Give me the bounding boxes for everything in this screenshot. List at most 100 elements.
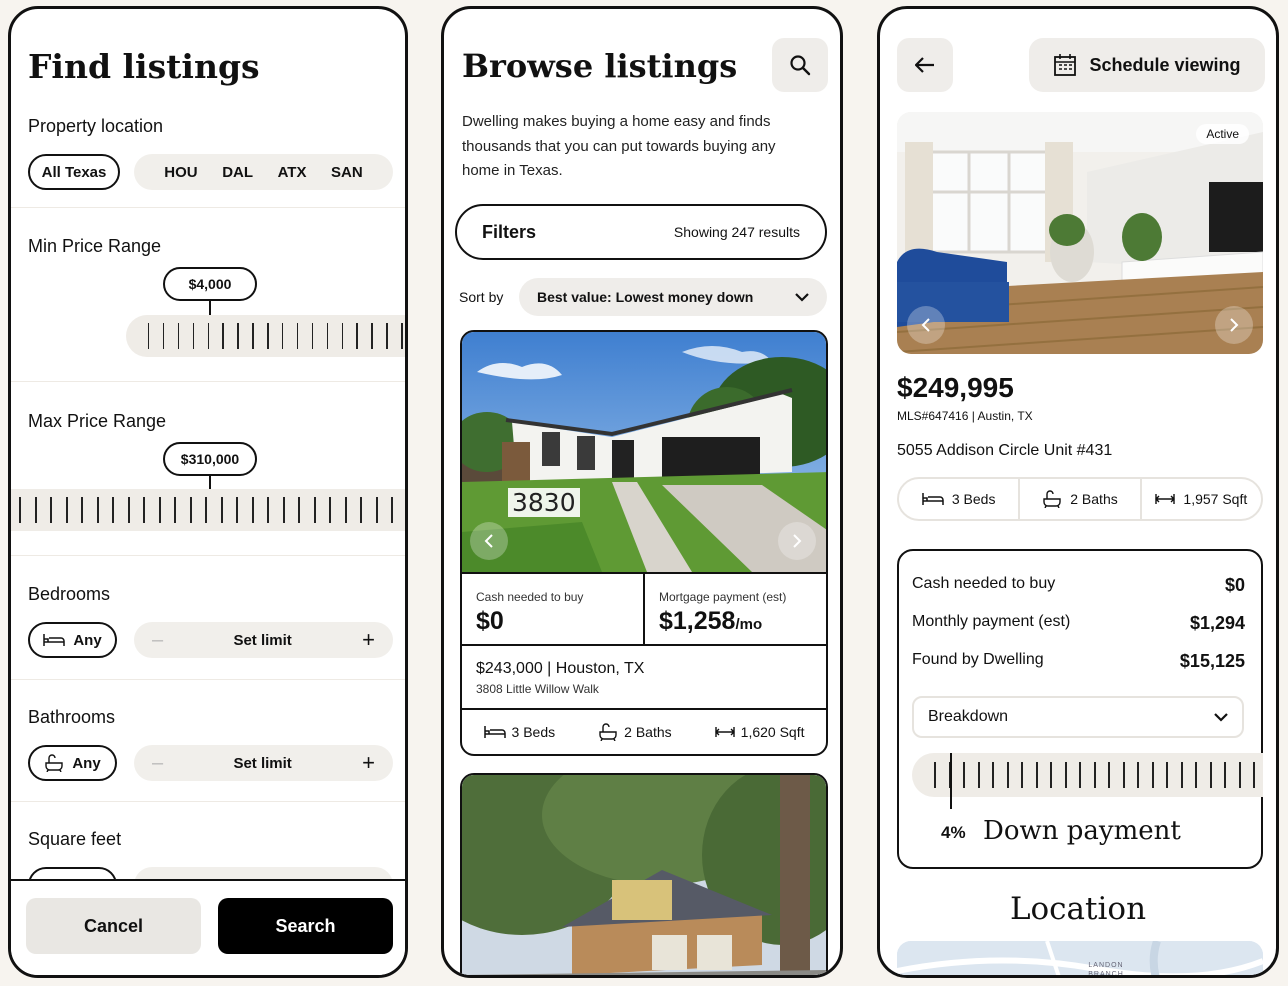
found-by-dwelling-label: Found by Dwelling bbox=[912, 651, 1044, 668]
listing-card[interactable] bbox=[460, 773, 828, 975]
slider-tick bbox=[205, 497, 207, 523]
divider bbox=[11, 381, 405, 382]
back-button[interactable] bbox=[897, 38, 953, 92]
bathrooms-increment-button[interactable]: + bbox=[362, 750, 375, 776]
bed-icon bbox=[483, 726, 506, 738]
bathrooms-label: Bathrooms bbox=[28, 707, 116, 727]
slider-tick bbox=[1151, 762, 1154, 788]
slider-tick bbox=[1035, 762, 1038, 788]
slider-tick bbox=[401, 323, 403, 349]
slider-tick bbox=[1021, 762, 1023, 788]
cancel-button[interactable]: Cancel bbox=[26, 898, 201, 954]
min-price-slider[interactable] bbox=[126, 315, 405, 357]
slider-tick bbox=[1064, 762, 1067, 788]
slider-tick bbox=[222, 323, 224, 349]
living-room-illustration bbox=[897, 112, 1263, 354]
slider-tick bbox=[236, 497, 238, 523]
prev-photo-button[interactable] bbox=[470, 522, 508, 560]
breakdown-dropdown[interactable]: Breakdown bbox=[912, 696, 1244, 738]
slider-tick bbox=[298, 497, 300, 523]
slider-tick bbox=[311, 323, 314, 349]
bedrooms-limit-stepper: – Set limit + bbox=[134, 622, 393, 658]
location-map[interactable]: LANDON BRANCH bbox=[897, 941, 1263, 975]
listing-address: $243,000 | Houston, TX 3808 Little Willo… bbox=[462, 646, 826, 710]
bedrooms-set-limit: Set limit bbox=[233, 631, 292, 649]
breakdown-label: Breakdown bbox=[928, 708, 1009, 725]
slider-tick bbox=[977, 762, 980, 788]
slider-tick bbox=[1180, 762, 1183, 788]
slider-tick bbox=[313, 497, 316, 523]
down-payment-slider[interactable] bbox=[912, 753, 1263, 797]
bedrooms-decrement-button[interactable]: – bbox=[152, 629, 163, 652]
listing-detail-screen: Schedule viewing Active $249,995 MLS#647… bbox=[877, 6, 1279, 978]
bathrooms-any-label: Any bbox=[72, 754, 101, 772]
chevron-right-icon bbox=[1230, 318, 1239, 332]
next-photo-button[interactable] bbox=[778, 522, 816, 560]
all-texas-chip[interactable]: All Texas bbox=[28, 154, 120, 190]
sqft-text: 1,620 Sqft bbox=[740, 724, 805, 740]
chevron-down-icon bbox=[1214, 712, 1228, 722]
search-button[interactable] bbox=[772, 38, 828, 92]
search-button[interactable]: Search bbox=[218, 898, 393, 954]
cash-needed-row: Cash needed to buy $0 bbox=[912, 575, 1245, 596]
prev-photo-button[interactable] bbox=[907, 306, 945, 344]
city-chip-atx[interactable]: ATX bbox=[278, 164, 307, 181]
bedrooms-any-chip[interactable]: Any bbox=[28, 622, 117, 658]
slider-tick bbox=[341, 323, 343, 349]
sqft-cell: 1,957 Sqft bbox=[1139, 479, 1261, 519]
bedrooms-increment-button[interactable]: + bbox=[362, 627, 375, 653]
slider-tick bbox=[1166, 762, 1168, 788]
slider-tick bbox=[177, 323, 180, 349]
house-number-sign: 3830 bbox=[508, 488, 580, 517]
city-chip-dal[interactable]: DAL bbox=[222, 164, 253, 181]
monthly-payment-row: Monthly payment (est) $1,294 bbox=[912, 613, 1245, 634]
slider-tick bbox=[934, 762, 936, 788]
slider-tick bbox=[360, 497, 362, 523]
mortgage-cell: Mortgage payment (est) $1,258/mo bbox=[643, 574, 826, 644]
city-chip-san[interactable]: SAN bbox=[331, 164, 363, 181]
next-photo-button[interactable] bbox=[1215, 306, 1253, 344]
slider-tick bbox=[207, 323, 209, 349]
listing-card[interactable]: 3830 Cash needed to buy $0 Mortgage paym… bbox=[460, 330, 828, 756]
bathrooms-limit-stepper: – Set limit + bbox=[134, 745, 393, 781]
slider-tick bbox=[65, 497, 68, 523]
slider-tick bbox=[50, 497, 52, 523]
slider-tick bbox=[267, 323, 269, 349]
sort-value: Best value: Lowest money down bbox=[537, 289, 754, 305]
page-title: Find listings bbox=[28, 47, 260, 86]
max-price-slider[interactable] bbox=[11, 489, 405, 531]
slider-tick bbox=[1224, 762, 1226, 788]
status-badge: Active bbox=[1196, 124, 1249, 144]
property-photo[interactable]: Active bbox=[897, 112, 1263, 354]
bathrooms-decrement-button[interactable]: – bbox=[152, 752, 163, 775]
house-photo-illustration bbox=[462, 775, 826, 975]
listing-baths: 2 Baths bbox=[598, 723, 672, 741]
slider-tick bbox=[375, 497, 378, 523]
schedule-viewing-button[interactable]: Schedule viewing bbox=[1029, 38, 1265, 92]
slider-tick bbox=[127, 497, 130, 523]
cash-needed-value: $0 bbox=[1224, 575, 1245, 595]
max-price-label: Max Price Range bbox=[28, 411, 167, 431]
chevron-right-icon bbox=[793, 534, 802, 548]
listing-photo[interactable] bbox=[462, 775, 826, 975]
city-chip-hou[interactable]: HOU bbox=[164, 164, 197, 181]
bathrooms-set-limit: Set limit bbox=[233, 754, 292, 772]
slider-tick bbox=[252, 323, 254, 349]
bathrooms-any-chip[interactable]: Any bbox=[28, 745, 117, 781]
results-count: Showing 247 results bbox=[673, 224, 800, 240]
filters-button[interactable]: Filters Showing 247 results bbox=[455, 204, 827, 260]
chevron-down-icon bbox=[795, 292, 809, 302]
listing-photo[interactable]: 3830 bbox=[462, 332, 826, 572]
ruler-icon bbox=[1155, 494, 1176, 504]
slider-tick bbox=[1006, 762, 1009, 788]
slider-tick bbox=[237, 323, 239, 349]
page-title: Browse listings bbox=[462, 47, 738, 85]
bed-icon bbox=[43, 634, 66, 646]
slider-tick bbox=[220, 497, 223, 523]
all-texas-label: All Texas bbox=[41, 163, 107, 181]
sort-select[interactable]: Best value: Lowest money down bbox=[519, 278, 827, 316]
down-payment-needle bbox=[950, 753, 952, 809]
slider-tick bbox=[34, 497, 37, 523]
sort-by-label: Sort by bbox=[459, 289, 504, 305]
cost-summary-card: Cash needed to buy $0 Monthly payment (e… bbox=[897, 549, 1263, 869]
